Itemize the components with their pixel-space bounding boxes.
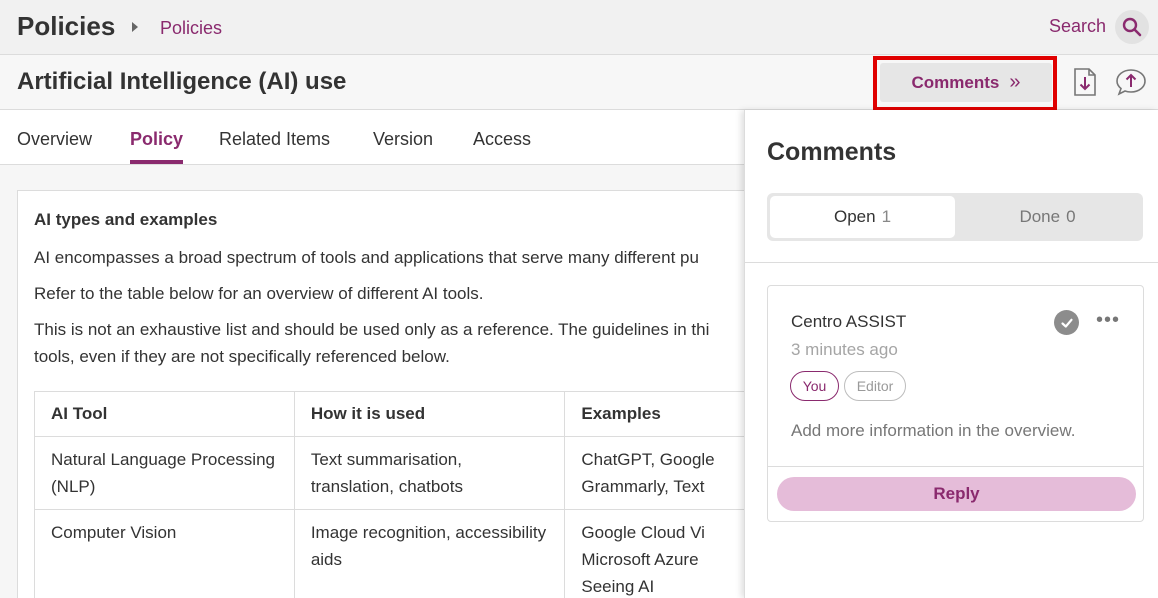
- search-icon: [1122, 17, 1142, 37]
- ai-tools-table: AI Tool How it is used Examples Natural …: [34, 391, 756, 598]
- divider: [745, 262, 1158, 263]
- table-header-cell: How it is used: [293, 391, 566, 437]
- table-cell: Image recognition, accessibility aids: [293, 509, 566, 598]
- tag-editor: Editor: [844, 371, 906, 401]
- table-cell: Text summarisation, translation, chatbot…: [293, 436, 566, 510]
- filter-open-count: 1: [881, 207, 892, 226]
- comment-author: Centro ASSIST: [791, 312, 907, 331]
- paragraph-refer: Refer to the table below for an overview…: [34, 284, 484, 303]
- check-icon: [1060, 318, 1073, 328]
- reply-button[interactable]: Reply: [777, 477, 1136, 511]
- table-header-row: AI Tool How it is used Examples: [34, 391, 756, 437]
- tab-bar: Overview Policy Related Items Version Ac…: [0, 110, 744, 165]
- tab-overview[interactable]: Overview: [17, 129, 92, 150]
- filter-open-button[interactable]: Open 1: [770, 196, 955, 238]
- app-title: Policies: [17, 11, 116, 41]
- tab-policy[interactable]: Policy: [130, 129, 183, 150]
- tag-you: You: [790, 371, 839, 401]
- comments-panel-title: Comments: [767, 138, 897, 166]
- paragraph-intro: AI encompasses a broad spectrum of tools…: [34, 248, 699, 267]
- more-options-icon[interactable]: •••: [1096, 310, 1120, 330]
- table-header-cell: AI Tool: [34, 391, 295, 437]
- double-chevron-right-icon: »: [1009, 71, 1021, 93]
- comment-card: Centro ASSIST 3 minutes ago ••• You Edit…: [767, 285, 1144, 522]
- comments-button-label: Comments: [911, 72, 1000, 92]
- search-label[interactable]: Search: [1049, 16, 1106, 37]
- table-cell: ChatGPT, Google Grammarly, Text: [564, 436, 756, 510]
- table-cell: Computer Vision: [34, 509, 295, 598]
- download-icon[interactable]: [1071, 67, 1099, 97]
- table-cell: Natural Language Processing (NLP): [34, 436, 295, 510]
- resolve-check-button[interactable]: [1054, 310, 1079, 335]
- paragraph-disclaimer-line2: tools, even if they are not specifically…: [34, 347, 450, 366]
- paragraph-disclaimer-line1: This is not an exhaustive list and shoul…: [34, 320, 710, 339]
- comments-button[interactable]: Comments »: [880, 63, 1052, 102]
- breadcrumb-arrow-icon: [132, 22, 138, 32]
- comment-timestamp: 3 minutes ago: [791, 340, 898, 359]
- divider: [768, 466, 1143, 467]
- filter-open-label: Open: [833, 207, 876, 226]
- table-cell: Google Cloud Vi Microsoft Azure Seeing A…: [564, 509, 756, 598]
- top-bar: Policies Policies Search: [0, 0, 1158, 55]
- comments-panel: Comments Open 1 Done 0 Centro ASSIST 3 m…: [744, 110, 1158, 598]
- tab-access[interactable]: Access: [473, 129, 531, 150]
- search-button[interactable]: [1115, 10, 1149, 44]
- policy-content-card: AI types and examples AI encompasses a b…: [17, 190, 757, 598]
- active-tab-indicator: [130, 160, 183, 164]
- page-title: Artificial Intelligence (AI) use: [17, 68, 347, 95]
- document-title-bar: Artificial Intelligence (AI) use Comment…: [0, 55, 1158, 111]
- table-row: Computer Vision Image recognition, acces…: [34, 509, 756, 598]
- comments-filter-toggle: Open 1 Done 0: [767, 193, 1143, 241]
- tab-related-items[interactable]: Related Items: [219, 129, 330, 150]
- filter-done-button[interactable]: Done 0: [955, 196, 1140, 238]
- filter-done-count: 0: [1066, 207, 1076, 226]
- table-row: Natural Language Processing (NLP) Text s…: [34, 436, 756, 510]
- section-title: AI types and examples: [34, 210, 218, 229]
- upload-comment-icon[interactable]: [1115, 67, 1147, 97]
- breadcrumb-policies[interactable]: Policies: [160, 18, 222, 39]
- tab-version[interactable]: Version: [373, 129, 433, 150]
- filter-done-label: Done: [1019, 207, 1061, 226]
- comment-text: Add more information in the overview.: [791, 421, 1076, 440]
- table-header-cell: Examples: [564, 391, 756, 437]
